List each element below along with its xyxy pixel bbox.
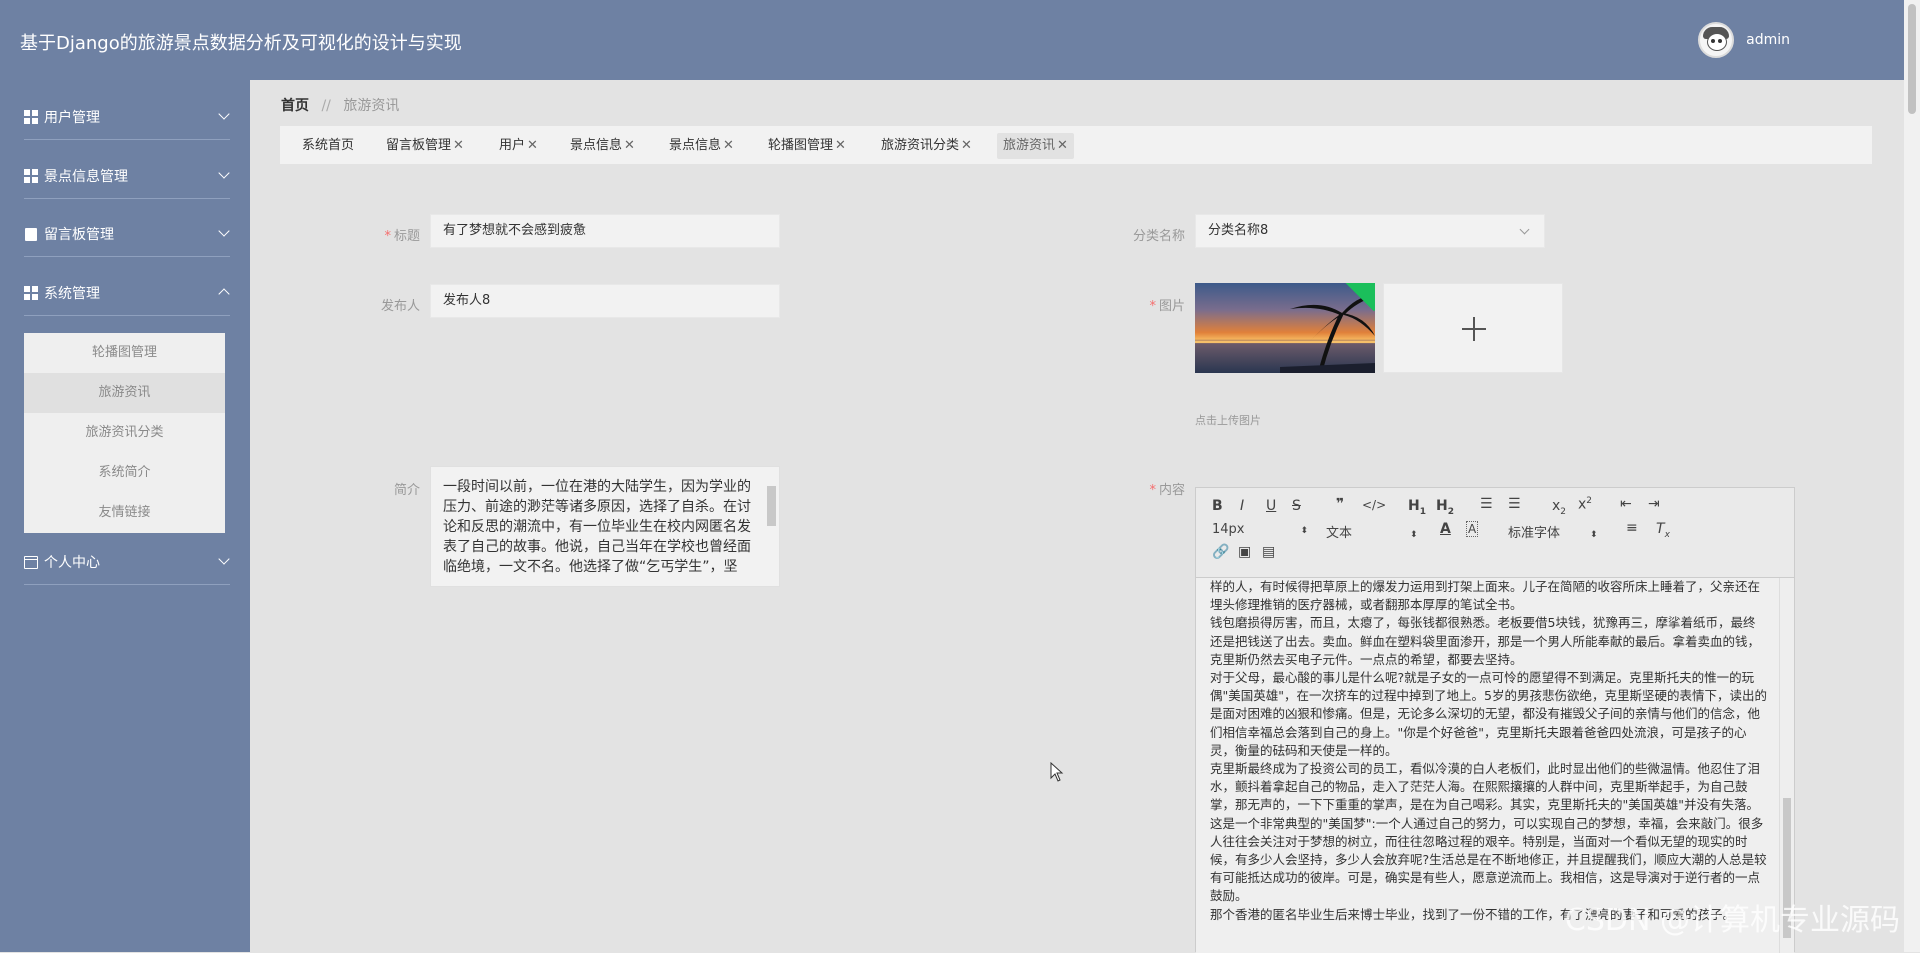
breadcrumb-current: 旅游资讯 [343,98,400,114]
upload-hint: 点击上传图片 [1195,414,1261,427]
sidebar-item-label: 个人中心 [44,555,100,571]
code-icon[interactable]: </> [1362,498,1386,512]
close-icon[interactable]: ✕ [835,138,846,153]
background-color-icon[interactable]: A [1466,521,1479,537]
sidebar-item-system-management[interactable]: 系统管理 [24,271,230,316]
textarea-scrollbar[interactable] [765,470,777,570]
mouse-cursor-icon [1050,762,1064,782]
uploaded-image[interactable]: ✓ [1195,283,1375,373]
chevron-up-icon [218,288,230,300]
tab-attraction-info-1[interactable]: 景点信息 ✕ [564,133,641,159]
breadcrumb-separator: // [321,98,331,114]
category-select[interactable]: 分类名称8 [1195,214,1545,248]
title-label: * 标题 [384,229,420,244]
close-icon[interactable]: ✕ [527,138,538,153]
submenu-item-system-intro[interactable]: 系统简介 [24,453,225,493]
outdent-icon[interactable]: ⇤ [1620,496,1632,512]
grid-icon [24,169,38,183]
chevron-down-icon [218,167,230,179]
underline-icon[interactable]: U [1266,498,1276,514]
publisher-input[interactable]: 发布人8 [430,284,780,318]
tab-travel-news[interactable]: 旅游资讯 ✕ [997,133,1074,159]
close-icon[interactable]: ✕ [453,138,464,153]
submenu-item-news-category[interactable]: 旅游资讯分类 [24,413,225,453]
editor-toolbar: B I U S ❞ </> H1 H2 ☰ ☰ x2 x2 ⇤ ⇥ 14px ⬍ … [1196,488,1794,578]
sidebar-item-label: 系统管理 [44,286,100,302]
tab-attraction-info-2[interactable]: 景点信息 ✕ [663,133,740,159]
username[interactable]: admin [1746,32,1790,48]
sidebar-item-user-management[interactable]: 用户管理 [24,95,230,140]
image-icon[interactable]: ▣ [1238,544,1251,560]
tab-user[interactable]: 用户 ✕ [493,133,544,159]
tab-message-board[interactable]: 留言板管理 ✕ [380,133,470,159]
close-icon[interactable]: ✕ [1057,138,1068,153]
submenu-item-travel-news[interactable]: 旅游资讯 [24,373,225,413]
watermark: CSDN @计算机专业源码 [1564,903,1900,938]
superscript-icon[interactable]: x2 [1578,496,1592,513]
tab-bar: 系统首页 留言板管理 ✕ 用户 ✕ 景点信息 ✕ 景点信息 ✕ 轮播图管理 ✕ 旅游资讯分… [280,126,1872,164]
chevron-down-icon [218,225,230,237]
sidebar-item-label: 用户管理 [44,110,100,126]
tab-system-home[interactable]: 系统首页 [296,133,360,159]
system-submenu: 轮播图管理 旅游资讯 旅游资讯分类 系统简介 友情链接 [24,333,225,533]
link-icon[interactable]: 🔗 [1212,544,1229,560]
video-icon[interactable]: ▤ [1262,544,1275,560]
italic-icon[interactable]: I [1240,498,1244,514]
summary-label: 简介 [393,483,420,498]
block-type-select[interactable]: 文本 ⬍ [1326,522,1418,541]
font-color-icon[interactable]: A [1440,521,1451,537]
palm-tree-silhouette [1280,296,1375,373]
avatar[interactable] [1698,22,1735,58]
category-label: 分类名称 [1132,229,1185,244]
clear-format-icon[interactable]: Tx [1656,521,1670,540]
sidebar: 用户管理 景点信息管理 留言板管理 系统管理 轮播图管理 旅游资讯 旅游资讯分类… [0,80,250,952]
submenu-item-carousel[interactable]: 轮播图管理 [24,333,225,373]
bullet-list-icon[interactable]: ☰ [1508,496,1521,512]
app-title: 基于Django的旅游景点数据分析及可视化的设计与实现 [20,33,462,54]
subscript-icon[interactable]: x2 [1552,498,1566,517]
upload-image-button[interactable] [1383,283,1563,373]
blockquote-icon[interactable]: ❞ [1336,496,1344,512]
chevron-down-icon [1519,224,1530,235]
ordered-list-icon[interactable]: ☰ [1480,496,1493,512]
font-family-select[interactable]: 标准字体 ⬍ [1508,522,1598,541]
font-size-select[interactable]: 14px ⬍ [1212,522,1308,537]
heading2-icon[interactable]: H2 [1436,498,1454,517]
sidebar-item-personal-center[interactable]: 个人中心 [24,540,230,585]
page-scrollbar[interactable] [1904,0,1920,952]
card-icon [24,555,38,569]
indent-icon[interactable]: ⇥ [1648,496,1660,512]
close-icon[interactable]: ✕ [961,138,972,153]
user-menu[interactable]: admin [1698,22,1790,58]
summary-textarea[interactable]: 一段时间以前，一位在港的大陆学生，因为学业的压力、前途的渺茫等诸多原因，选择了自… [430,466,780,587]
submenu-item-friend-links[interactable]: 友情链接 [24,493,225,533]
grid-icon [24,286,38,300]
tab-news-category[interactable]: 旅游资讯分类 ✕ [875,133,978,159]
bold-icon[interactable]: B [1212,498,1223,514]
sidebar-item-attraction-management[interactable]: 景点信息管理 [24,154,230,199]
clipboard-icon [24,227,38,241]
sidebar-item-label: 景点信息管理 [44,169,128,185]
heading1-icon[interactable]: H1 [1408,498,1426,517]
publisher-label: 发布人 [380,299,420,314]
close-icon[interactable]: ✕ [624,138,635,153]
grid-icon [24,110,38,124]
align-icon[interactable]: ≡ [1626,520,1638,536]
breadcrumb-home[interactable]: 首页 [281,98,309,114]
chevron-down-icon [218,108,230,120]
tab-carousel[interactable]: 轮播图管理 ✕ [762,133,852,159]
sidebar-item-label: 留言板管理 [44,227,114,243]
breadcrumb: 首页 // 旅游资讯 [281,95,399,115]
close-icon[interactable]: ✕ [723,138,734,153]
chevron-down-icon [218,553,230,565]
sidebar-item-message-board[interactable]: 留言板管理 [24,212,230,257]
image-label: * 图片 [1149,299,1185,314]
content-label: * 内容 [1149,483,1185,498]
top-header: 基于Django的旅游景点数据分析及可视化的设计与实现 admin [0,0,1920,80]
rich-text-editor[interactable]: B I U S ❞ </> H1 H2 ☰ ☰ x2 x2 ⇤ ⇥ 14px ⬍ … [1195,487,1795,953]
strikethrough-icon[interactable]: S [1292,498,1301,514]
title-input[interactable]: 有了梦想就不会感到疲惫 [430,214,780,248]
